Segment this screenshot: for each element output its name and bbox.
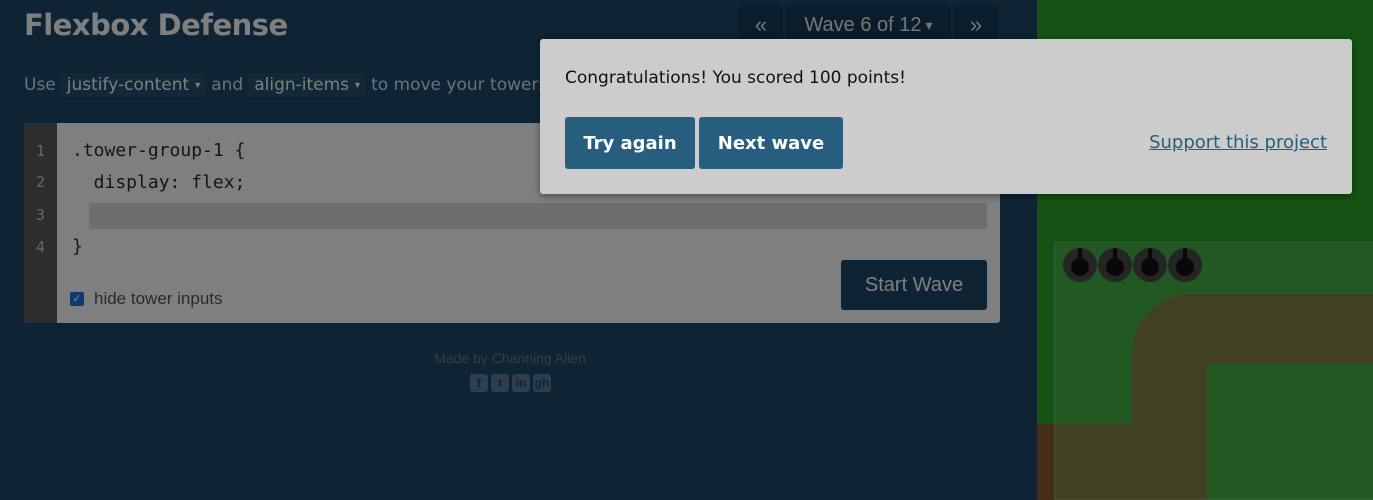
results-modal: Congratulations! You scored 100 points! … (540, 39, 1352, 194)
next-wave-button[interactable]: Next wave (699, 117, 843, 169)
support-project-link[interactable]: Support this project (1149, 132, 1327, 153)
score-message: Congratulations! You scored 100 points! (565, 68, 906, 88)
try-again-button[interactable]: Try again (565, 117, 695, 169)
